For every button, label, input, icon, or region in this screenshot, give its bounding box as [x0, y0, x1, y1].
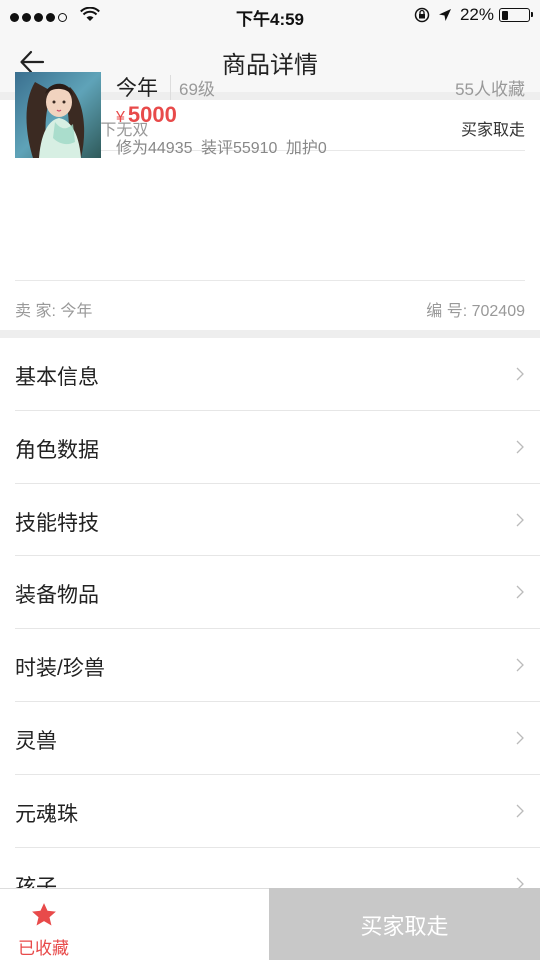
buy-button[interactable]: 买家取走 [269, 888, 540, 960]
menu-item-label: 元魂珠 [15, 802, 78, 826]
price-value: 5000 [127, 102, 177, 127]
menu-item-label: 装备物品 [15, 584, 99, 608]
menu-item[interactable]: 角色数据 [15, 411, 540, 484]
menu-item[interactable]: 装备物品 [15, 556, 540, 630]
chevron-right-icon [516, 731, 524, 745]
battery-percent: 22% [459, 5, 494, 24]
battery-icon [499, 8, 533, 22]
chevron-right-icon [516, 804, 524, 818]
chevron-right-icon [516, 658, 524, 672]
character-level: 69级 [170, 75, 215, 100]
detail-menu: 基本信息角色数据技能特技装备物品时装/珍兽灵兽元魂珠孩子 [0, 338, 540, 921]
menu-item[interactable]: 技能特技 [15, 484, 540, 557]
favorite-count: 55人收藏 [455, 80, 525, 99]
menu-item-label: 角色数据 [15, 438, 99, 462]
menu-item-label: 技能特技 [15, 511, 99, 535]
chevron-right-icon [516, 585, 524, 599]
seller-name: 卖 家: 今年 [15, 303, 93, 320]
battery-fill [501, 10, 508, 20]
character-stats: 修为44935 装评55910 加护0 [116, 140, 327, 157]
currency-symbol: ¥ [116, 109, 125, 126]
chevron-right-icon [516, 367, 524, 381]
chevron-right-icon [516, 513, 524, 527]
favorite-label: 已收藏 [18, 939, 69, 958]
menu-item[interactable]: 元魂珠 [15, 775, 540, 848]
menu-item[interactable]: 时装/珍兽 [15, 629, 540, 702]
location-icon [438, 8, 452, 22]
chevron-right-icon [516, 440, 524, 454]
status-bar: 下午4:59 22% [0, 0, 540, 30]
buy-status: 买家取走 [460, 122, 525, 139]
section-divider [0, 330, 540, 338]
serial-number: 编 号: 702409 [426, 303, 525, 320]
character-name: 今年 [116, 77, 158, 100]
menu-item[interactable]: 灵兽 [15, 702, 540, 775]
price: ¥5000 [116, 102, 177, 128]
status-right: 22% [414, 5, 533, 25]
rotation-lock-icon [414, 7, 430, 23]
bottom-bar: 已收藏 买家取走 [0, 888, 540, 960]
character-avatar[interactable] [15, 72, 101, 158]
menu-item[interactable]: 基本信息 [15, 338, 540, 411]
favorite-button[interactable]: 已收藏 [0, 889, 269, 960]
star-icon [32, 903, 56, 926]
menu-item-label: 灵兽 [15, 729, 57, 753]
menu-item-label: 时装/珍兽 [15, 657, 105, 681]
goods-footer-row: 卖 家: 今年 编 号: 702409 [15, 280, 525, 330]
menu-item-label: 基本信息 [15, 366, 99, 389]
